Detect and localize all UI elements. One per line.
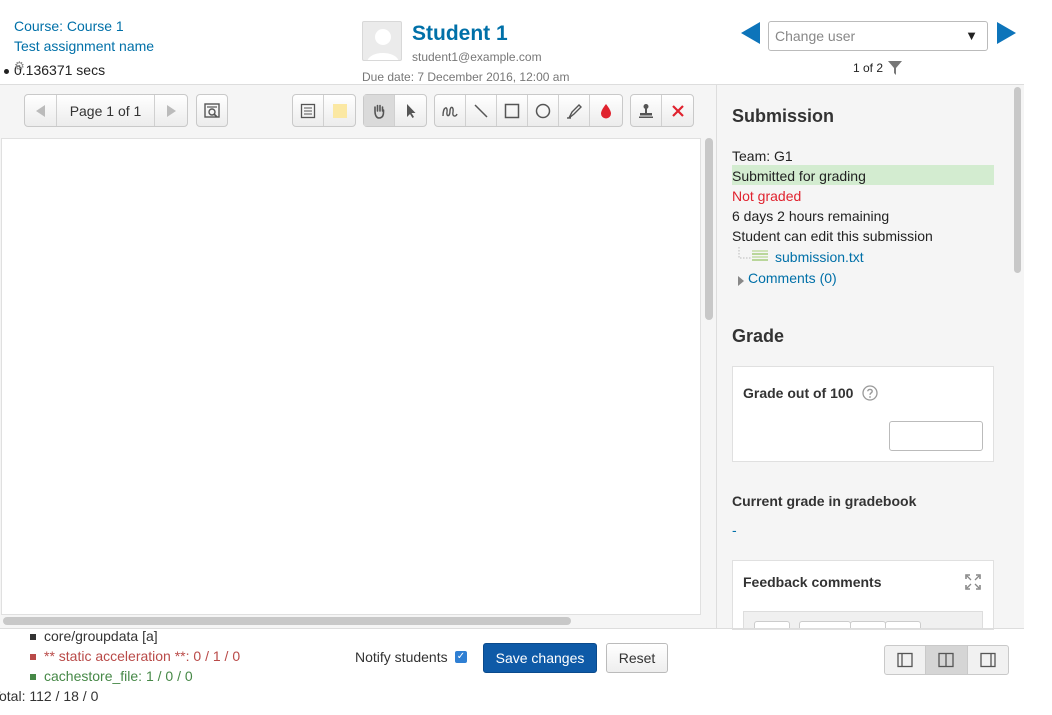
grade-input[interactable]: [889, 421, 983, 451]
select-tools-group: [363, 94, 427, 127]
previous-page-button[interactable]: [25, 95, 57, 126]
user-counter: 1 of 2: [853, 61, 884, 75]
perf-item-cachestore: cachestore_file: 1 / 0 / 0: [30, 668, 193, 684]
comment-list-button[interactable]: [293, 95, 324, 126]
sticky-note-button[interactable]: [324, 95, 355, 126]
collapse-review-button[interactable]: [885, 646, 927, 674]
reset-button[interactable]: Reset: [606, 643, 668, 673]
user-silhouette-icon: [367, 29, 399, 60]
team-label: Team: G1: [732, 148, 793, 164]
comments-group: [292, 94, 356, 127]
delete-x-icon: [671, 104, 684, 117]
rectangle-tool-button[interactable]: [497, 95, 528, 126]
filter-icon[interactable]: [887, 60, 903, 79]
stamp-tools-group: [630, 94, 694, 127]
arrow-right-icon: [167, 104, 176, 117]
review-horizontal-scrollbar[interactable]: [3, 617, 571, 625]
grade-label: Grade out of 100: [743, 385, 854, 401]
layout-toggle-group: [884, 645, 1009, 675]
help-icon[interactable]: [862, 385, 878, 404]
oval-icon: [535, 103, 551, 118]
perf-item-groupdata: core/groupdata [a]: [30, 628, 158, 644]
stamp-icon: [639, 103, 653, 118]
default-layout-button[interactable]: [926, 646, 968, 674]
feedback-label: Feedback comments: [743, 574, 882, 590]
user-email: student1@example.com: [412, 50, 542, 64]
next-page-button[interactable]: [155, 95, 187, 126]
pointer-select-icon: [406, 103, 415, 118]
change-user-select[interactable]: Change user ▼: [768, 21, 988, 51]
perf-item-text: cachestore_file: 1 / 0 / 0: [44, 668, 193, 684]
highlight-tool-button[interactable]: [559, 95, 590, 126]
tree-branch-icon: [738, 247, 752, 264]
time-remaining: 6 days 2 hours remaining: [732, 208, 890, 224]
freehand-pen-icon: [442, 106, 458, 117]
submission-file-link[interactable]: submission.txt: [775, 249, 864, 265]
avatar: [362, 21, 402, 61]
chevron-down-icon: ▼: [965, 28, 978, 43]
collapse-review-icon: [897, 652, 913, 668]
line-icon: [474, 103, 488, 118]
delete-annotation-button[interactable]: [662, 95, 693, 126]
expand-icon[interactable]: [964, 573, 982, 594]
next-user-arrow-icon[interactable]: [997, 22, 1016, 44]
review-vertical-scrollbar[interactable]: [705, 138, 713, 320]
perf-item-static-acceleration: ** static acceleration **: 0 / 1 / 0: [30, 648, 240, 664]
caret-right-icon[interactable]: [737, 273, 745, 289]
previous-user-arrow-icon[interactable]: [741, 22, 760, 44]
breadcrumb: Course: Course 1 Test assignment name: [14, 16, 154, 56]
hand-pan-icon: [374, 104, 385, 119]
collapse-grade-button[interactable]: [968, 646, 1008, 674]
pan-tool-button[interactable]: [364, 95, 395, 126]
assignment-link[interactable]: Test assignment name: [14, 38, 154, 54]
page-navigation: Page 1 of 1: [24, 94, 188, 127]
color-drop-icon: [600, 103, 611, 118]
perf-total: Total: 112 / 18 / 0: [0, 688, 99, 704]
due-date: Due date: 7 December 2016, 12:00 am: [362, 70, 570, 84]
text-file-icon: [752, 248, 768, 267]
gradebook-label: Current grade in gradebook: [732, 493, 917, 509]
rectangle-icon: [504, 103, 520, 118]
gradebook-value-link[interactable]: -: [732, 522, 737, 538]
arrow-left-icon: [35, 104, 45, 117]
search-comments-group: [196, 94, 228, 127]
grade-heading: Grade: [732, 326, 785, 346]
course-link[interactable]: Course: Course 1: [14, 18, 124, 34]
notify-label: Notify students: [355, 649, 448, 665]
grading-status: Not graded: [732, 188, 802, 204]
comments-link[interactable]: Comments (0): [748, 270, 837, 286]
oval-tool-button[interactable]: [528, 95, 559, 126]
page-select[interactable]: Page 1 of 1: [57, 95, 155, 126]
pen-tool-button[interactable]: [435, 95, 466, 126]
gear-icon[interactable]: ⚙: [14, 59, 25, 73]
annotation-color-button[interactable]: [590, 95, 621, 126]
line-tool-button[interactable]: [466, 95, 497, 126]
sticky-note-icon: [332, 103, 347, 118]
default-layout-icon: [938, 652, 955, 668]
search-comments-icon: [204, 102, 220, 118]
stamp-tool-button[interactable]: [631, 95, 662, 126]
pdf-page-canvas[interactable]: [1, 138, 701, 615]
submission-status: Submitted for grading: [732, 168, 866, 184]
edit-status: Student can edit this submission: [732, 228, 933, 244]
collapse-grade-icon: [980, 652, 996, 668]
perf-time-text: 0.136371 secs: [14, 62, 106, 78]
select-tool-button[interactable]: [395, 95, 426, 126]
grade-panel-scrollbar[interactable]: [1014, 87, 1021, 273]
save-changes-button[interactable]: Save changes: [483, 643, 597, 673]
annotation-tools-group: [434, 94, 623, 127]
comment-list-icon: [300, 103, 316, 118]
feedback-comments-box: Feedback comments: [732, 560, 994, 630]
user-name-link[interactable]: Student 1: [412, 22, 508, 46]
submission-heading: Submission: [732, 106, 835, 126]
highlighter-icon: [567, 103, 582, 119]
search-comments-button[interactable]: [197, 95, 227, 126]
change-user-placeholder: Change user: [775, 28, 856, 44]
notify-students-checkbox[interactable]: ✓: [455, 651, 467, 663]
perf-item-text: ** static acceleration **: 0 / 1 / 0: [44, 648, 241, 664]
perf-item-text: core/groupdata [a]: [44, 628, 158, 644]
